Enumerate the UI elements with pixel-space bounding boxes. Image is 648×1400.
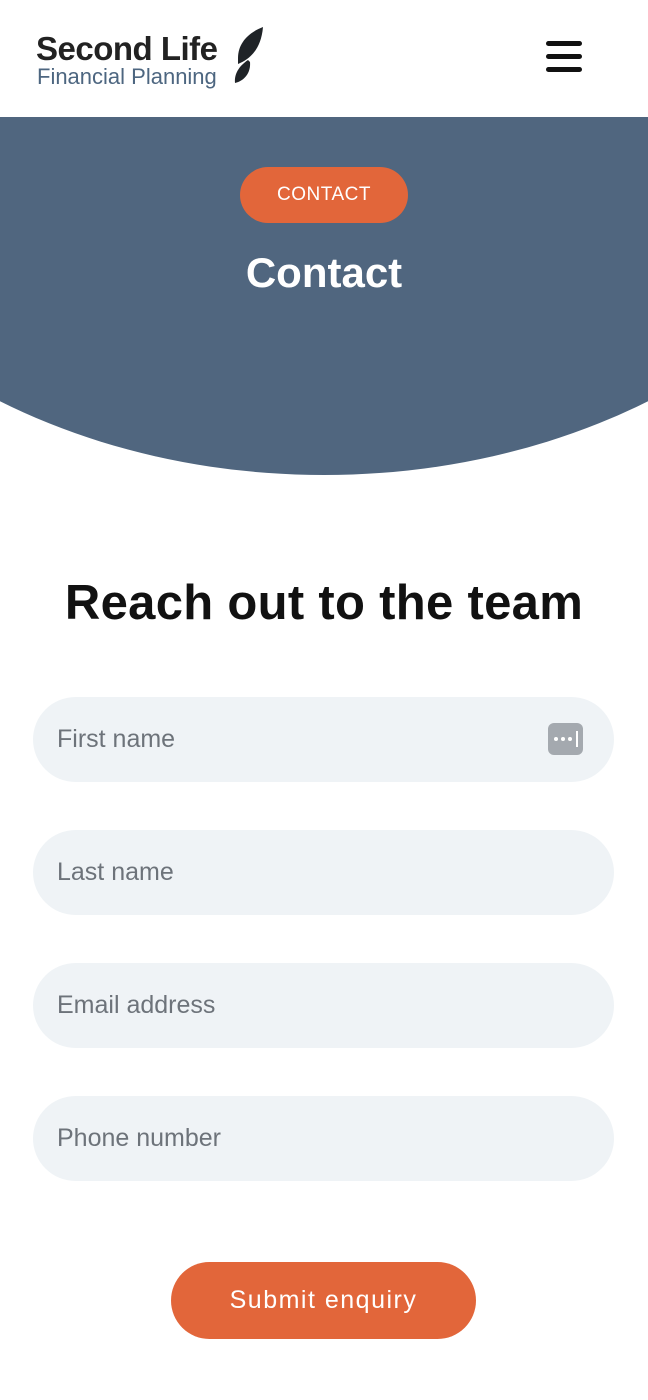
submit-enquiry-button[interactable]: Submit enquiry: [171, 1262, 476, 1339]
page-title: Contact: [245, 249, 403, 296]
leaf-icon: [234, 27, 263, 83]
site-header: Second Life Financial Planning: [0, 0, 648, 117]
email-input[interactable]: [33, 963, 614, 1048]
logo-wordmark-secondary: Financial Planning: [37, 64, 217, 89]
phone-field-wrapper: [33, 1096, 614, 1181]
first-name-field-wrapper: [33, 697, 614, 782]
password-autofill-icon[interactable]: [548, 723, 583, 755]
hero-banner: CONTACT Contact: [0, 117, 648, 477]
logo-wordmark-primary: Second Life: [36, 30, 218, 67]
page-badge: CONTACT: [240, 167, 408, 223]
phone-input[interactable]: [33, 1096, 614, 1181]
first-name-input[interactable]: [33, 697, 614, 782]
last-name-field-wrapper: [33, 830, 614, 915]
last-name-input[interactable]: [33, 830, 614, 915]
hamburger-menu-icon[interactable]: [546, 41, 582, 73]
form-title: Reach out to the team: [64, 576, 584, 630]
email-field-wrapper: [33, 963, 614, 1048]
